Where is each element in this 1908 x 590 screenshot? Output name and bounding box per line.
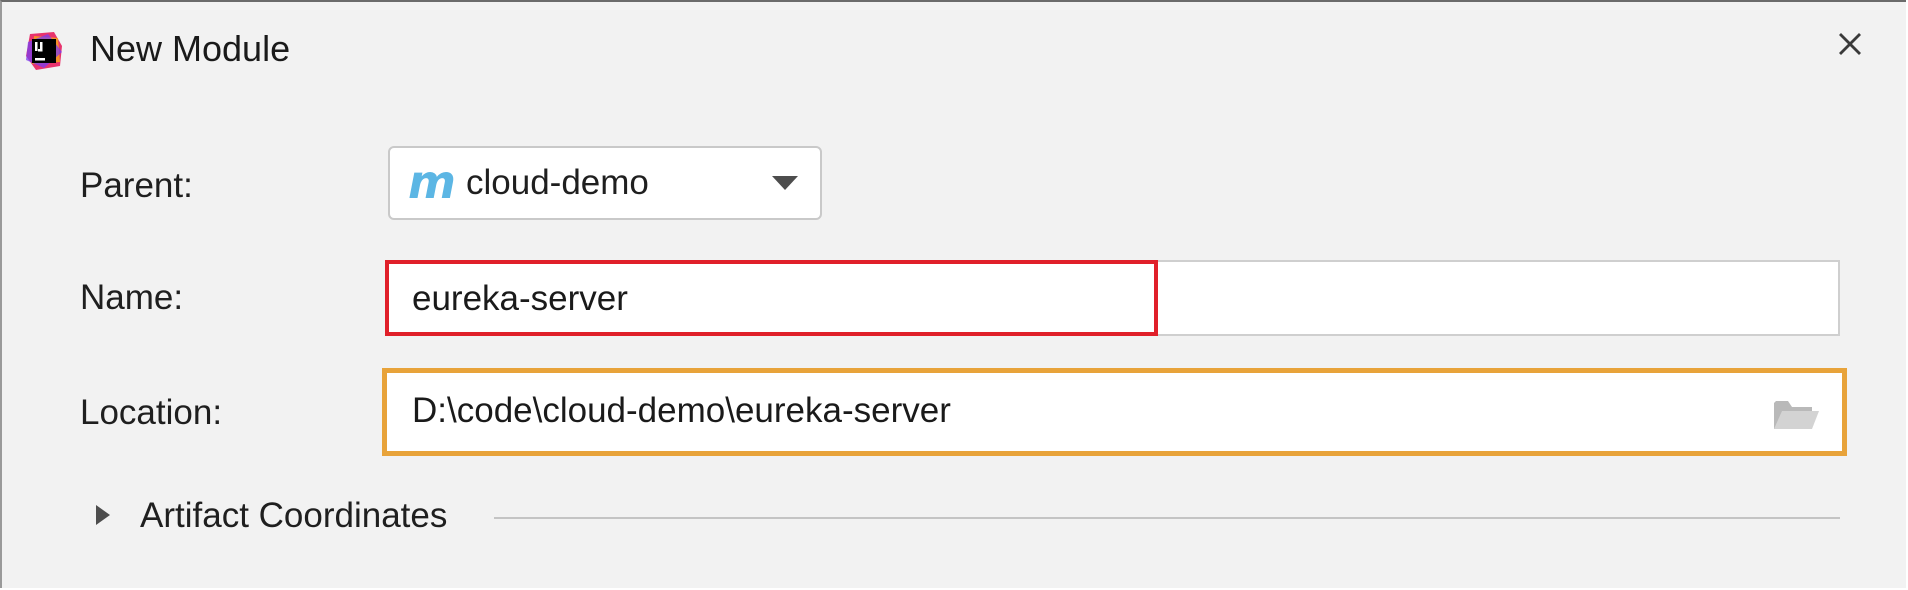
title-bar: New Module xyxy=(2,2,1906,92)
location-label: Location: xyxy=(80,393,223,432)
artifact-coordinates-label: Artifact Coordinates xyxy=(140,496,448,535)
new-module-dialog: New Module Parent: m cloud-demo Name: eu… xyxy=(0,0,1906,588)
section-divider xyxy=(494,517,1840,519)
location-input-value: D:\code\cloud-demo\eureka-server xyxy=(412,391,951,430)
maven-module-icon: m xyxy=(408,155,456,209)
name-input-value: eureka-server xyxy=(412,279,628,318)
location-input[interactable]: D:\code\cloud-demo\eureka-server xyxy=(382,368,1847,456)
artifact-coordinates-toggle[interactable]: Artifact Coordinates xyxy=(96,496,1840,540)
dialog-title: New Module xyxy=(90,28,291,69)
chevron-right-icon[interactable] xyxy=(96,505,110,525)
name-input[interactable]: eureka-server xyxy=(385,260,1840,336)
folder-icon[interactable] xyxy=(1772,397,1820,433)
chevron-down-icon[interactable] xyxy=(772,176,798,190)
close-icon[interactable] xyxy=(1832,26,1868,62)
intellij-idea-icon xyxy=(26,32,62,70)
parent-label: Parent: xyxy=(80,166,193,205)
name-label: Name: xyxy=(80,278,184,317)
parent-selected-value: cloud-demo xyxy=(466,163,649,202)
parent-select[interactable]: m cloud-demo xyxy=(388,146,822,220)
